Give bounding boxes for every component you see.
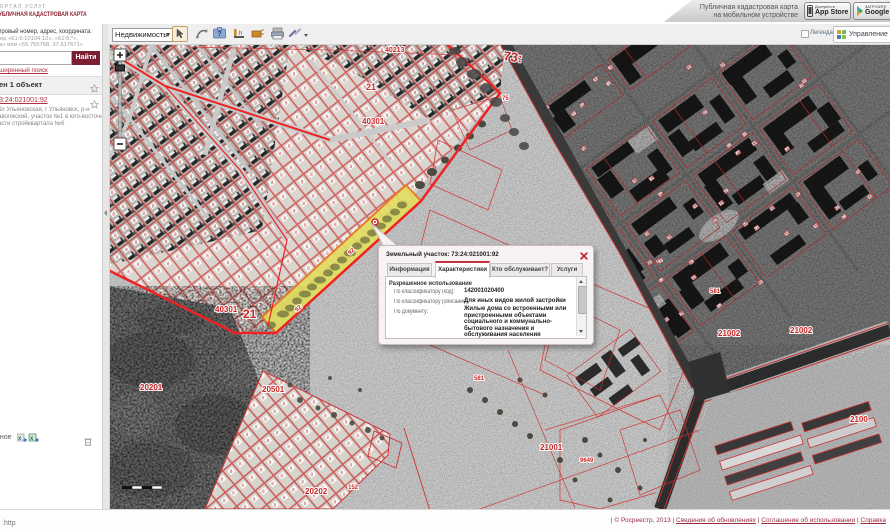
svg-text:152: 152 — [348, 485, 359, 491]
svg-text:21001: 21001 — [540, 443, 563, 452]
svg-text:40301: 40301 — [215, 305, 238, 314]
svg-text:?: ? — [217, 31, 221, 38]
svg-text:581: 581 — [474, 376, 485, 382]
svg-text:60 м: 60 м — [155, 480, 166, 486]
svg-text:0: 0 — [120, 480, 123, 486]
svg-text:9649: 9649 — [580, 458, 594, 464]
svg-text:2100: 2100 — [850, 415, 868, 424]
svg-text:21: 21 — [366, 82, 376, 92]
svg-text:75: 75 — [502, 96, 509, 102]
svg-text:21002: 21002 — [718, 329, 741, 338]
svg-text:40301: 40301 — [362, 117, 385, 126]
svg-text:h: h — [239, 31, 242, 37]
svg-text:20202: 20202 — [305, 487, 328, 496]
svg-text:21002: 21002 — [790, 326, 813, 335]
svg-text:20501: 20501 — [262, 385, 285, 394]
svg-text:73:: 73: — [503, 48, 524, 65]
svg-text:581: 581 — [710, 289, 721, 295]
svg-text:20201: 20201 — [140, 383, 163, 392]
svg-text:21: 21 — [243, 307, 257, 321]
svg-text:40213: 40213 — [385, 47, 405, 54]
